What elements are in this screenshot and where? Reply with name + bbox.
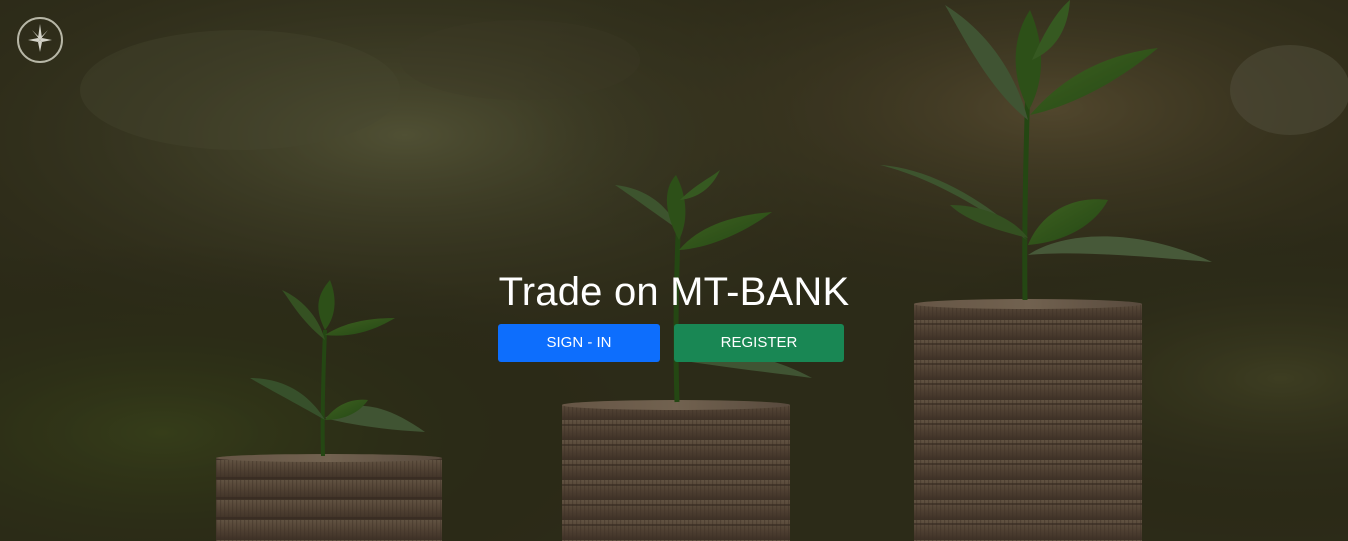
sign-in-button[interactable]: SIGN - IN [498, 324, 660, 362]
landing-page: Trade on MT-BANK SIGN - IN REGISTER [0, 0, 1348, 541]
compass-rose-icon [17, 17, 63, 63]
page-title: Trade on MT-BANK [498, 270, 850, 314]
hero: Trade on MT-BANK [0, 268, 1348, 316]
register-button[interactable]: REGISTER [674, 324, 844, 362]
logo[interactable] [16, 16, 64, 64]
